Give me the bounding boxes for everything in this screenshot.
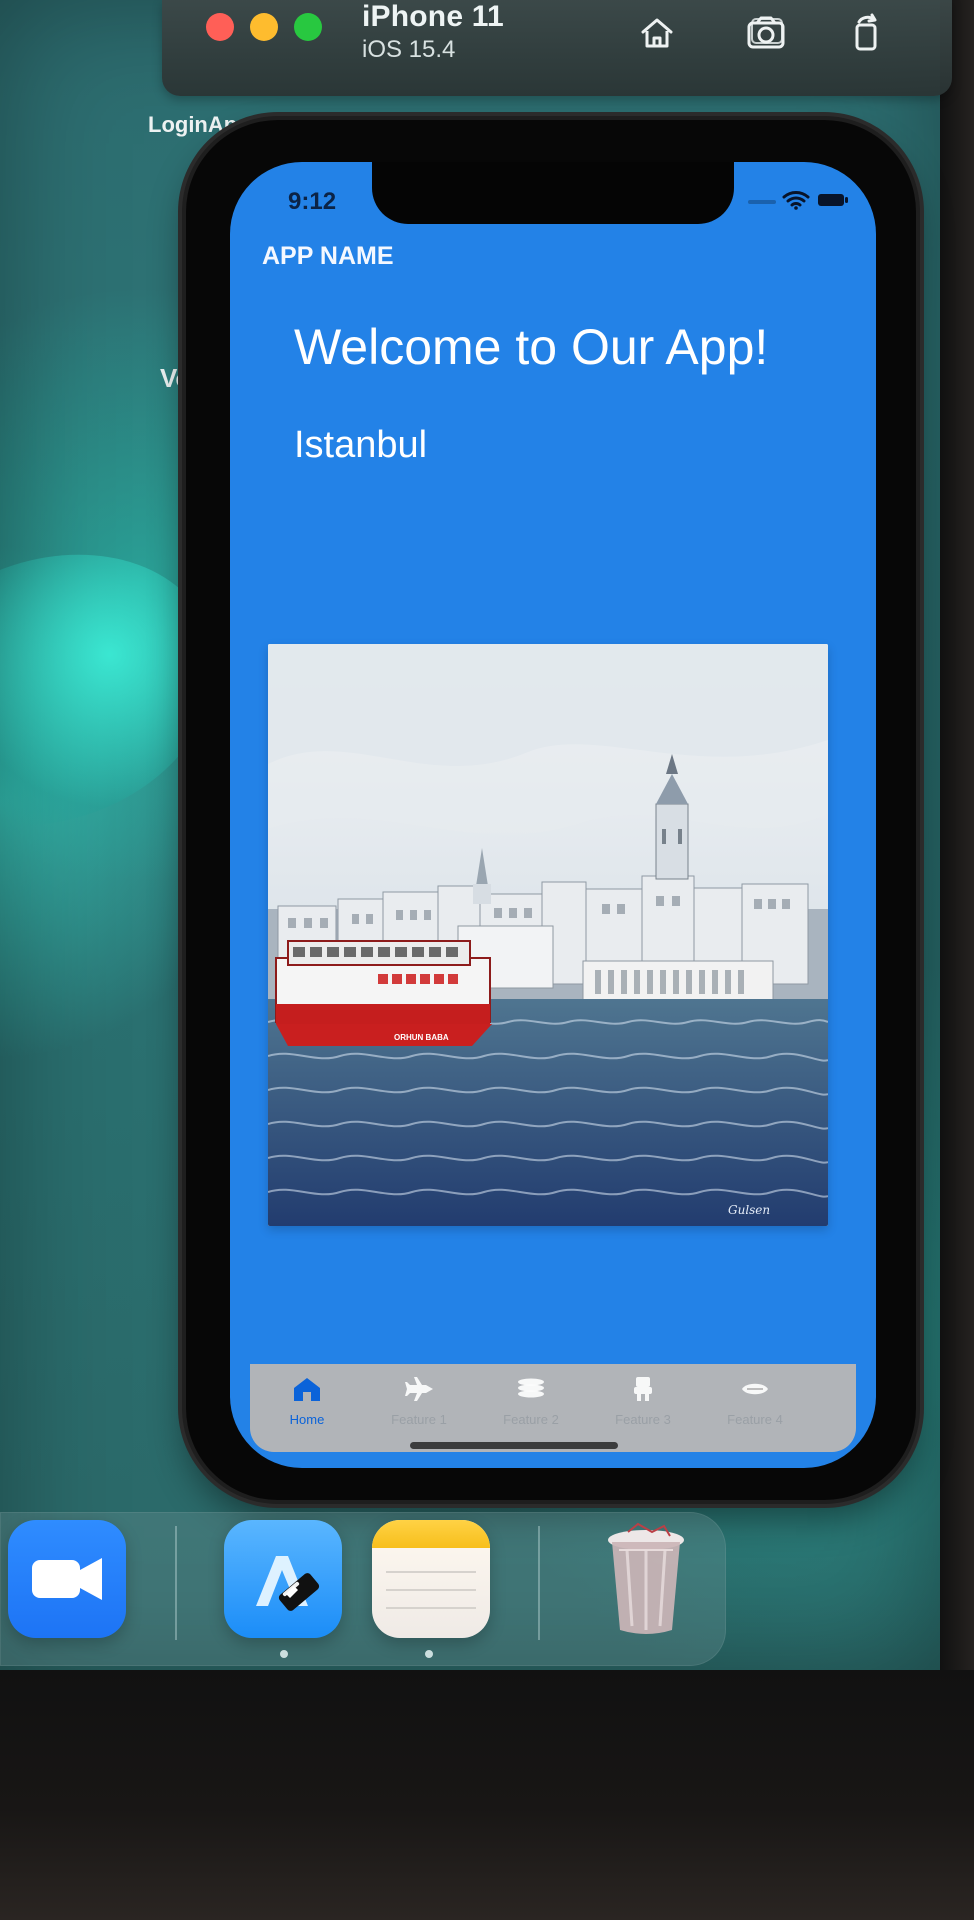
home-icon	[294, 1378, 320, 1401]
simulator-device-name: iPhone 11	[362, 0, 504, 33]
welcome-title: Welcome to Our App!	[294, 319, 769, 375]
status-icons	[748, 190, 848, 214]
camera-icon	[747, 16, 785, 49]
istanbul-photo-illustration: ORHUN BABA Gulsen	[268, 644, 828, 1226]
background-window-title: LoginAp	[148, 112, 238, 137]
monitor-bottom-edge	[0, 1670, 974, 1920]
screenshot-button[interactable]	[742, 8, 792, 58]
battery-icon	[818, 194, 848, 206]
simulator-os-version: iOS 15.4	[362, 36, 456, 63]
dock-divider-right	[538, 1526, 540, 1640]
tab-bar: Home Feature 1 Feature 2 Feature 3 Featu…	[250, 1364, 856, 1452]
zoom-dock-app[interactable]	[8, 1520, 126, 1638]
ferry-boat: ORHUN BABA	[275, 940, 492, 1046]
phone-notch	[372, 162, 734, 224]
tab-label-feature-4: Feature 4	[727, 1412, 783, 1427]
airplane-icon	[404, 1377, 433, 1401]
boat-name: ORHUN BABA	[394, 1033, 449, 1042]
notes-running-indicator	[425, 1650, 433, 1658]
monitor-bezel-right	[940, 0, 974, 1920]
tab-label-feature-3: Feature 3	[615, 1412, 671, 1427]
stack-icon	[518, 1378, 544, 1398]
home-indicator	[410, 1442, 618, 1449]
xcode-dock-app[interactable]	[224, 1520, 342, 1638]
simulator-toolbar: iPhone 11 iOS 15.4	[162, 0, 952, 96]
zoom-window-button[interactable]	[294, 13, 322, 41]
home-button[interactable]	[632, 8, 682, 58]
desktop-scene: iPhone 11 iOS 15.4 LoginAp Vo 9:12 APP N…	[0, 0, 974, 1920]
tab-label-home: Home	[289, 1412, 325, 1427]
app-screen: 9:12 APP NAME Welcome to Our App! Istanb…	[230, 162, 876, 1468]
trash-icon	[608, 1522, 684, 1634]
istanbul-photo: ORHUN BABA Gulsen	[268, 644, 828, 1226]
tab-label-feature-2: Feature 2	[503, 1412, 559, 1427]
tab-feature-2[interactable]: Feature 2	[476, 1374, 586, 1432]
tab-home[interactable]: Home	[252, 1374, 362, 1432]
status-time: 9:12	[288, 188, 337, 215]
xcode-running-indicator	[280, 1650, 288, 1658]
video-camera-icon	[32, 1558, 102, 1600]
dock-divider-left	[175, 1526, 177, 1640]
home-icon	[641, 18, 673, 48]
rotate-icon	[855, 13, 877, 51]
trash-dock-app[interactable]	[594, 1522, 698, 1640]
iphone-simulator: 9:12 APP NAME Welcome to Our App! Istanb…	[186, 120, 916, 1500]
city-name: Istanbul	[294, 424, 428, 466]
tab-feature-4[interactable]: Feature 4	[700, 1374, 810, 1432]
wifi-icon	[782, 191, 810, 210]
signal-icon	[748, 200, 776, 204]
notes-header-stripe	[372, 1520, 490, 1548]
tab-feature-3[interactable]: Feature 3	[588, 1374, 698, 1432]
mask-icon	[742, 1383, 768, 1395]
seat-icon	[634, 1377, 652, 1401]
app-name: APP NAME	[262, 242, 394, 270]
close-window-button[interactable]	[206, 13, 234, 41]
photo-signature: Gulsen	[728, 1203, 770, 1217]
hammer-icon	[256, 1556, 320, 1611]
notes-dock-app[interactable]	[372, 1520, 490, 1638]
minimize-window-button[interactable]	[250, 13, 278, 41]
rotate-button[interactable]	[842, 8, 892, 58]
tab-feature-1[interactable]: Feature 1	[364, 1374, 474, 1432]
tab-label-feature-1: Feature 1	[391, 1412, 447, 1427]
